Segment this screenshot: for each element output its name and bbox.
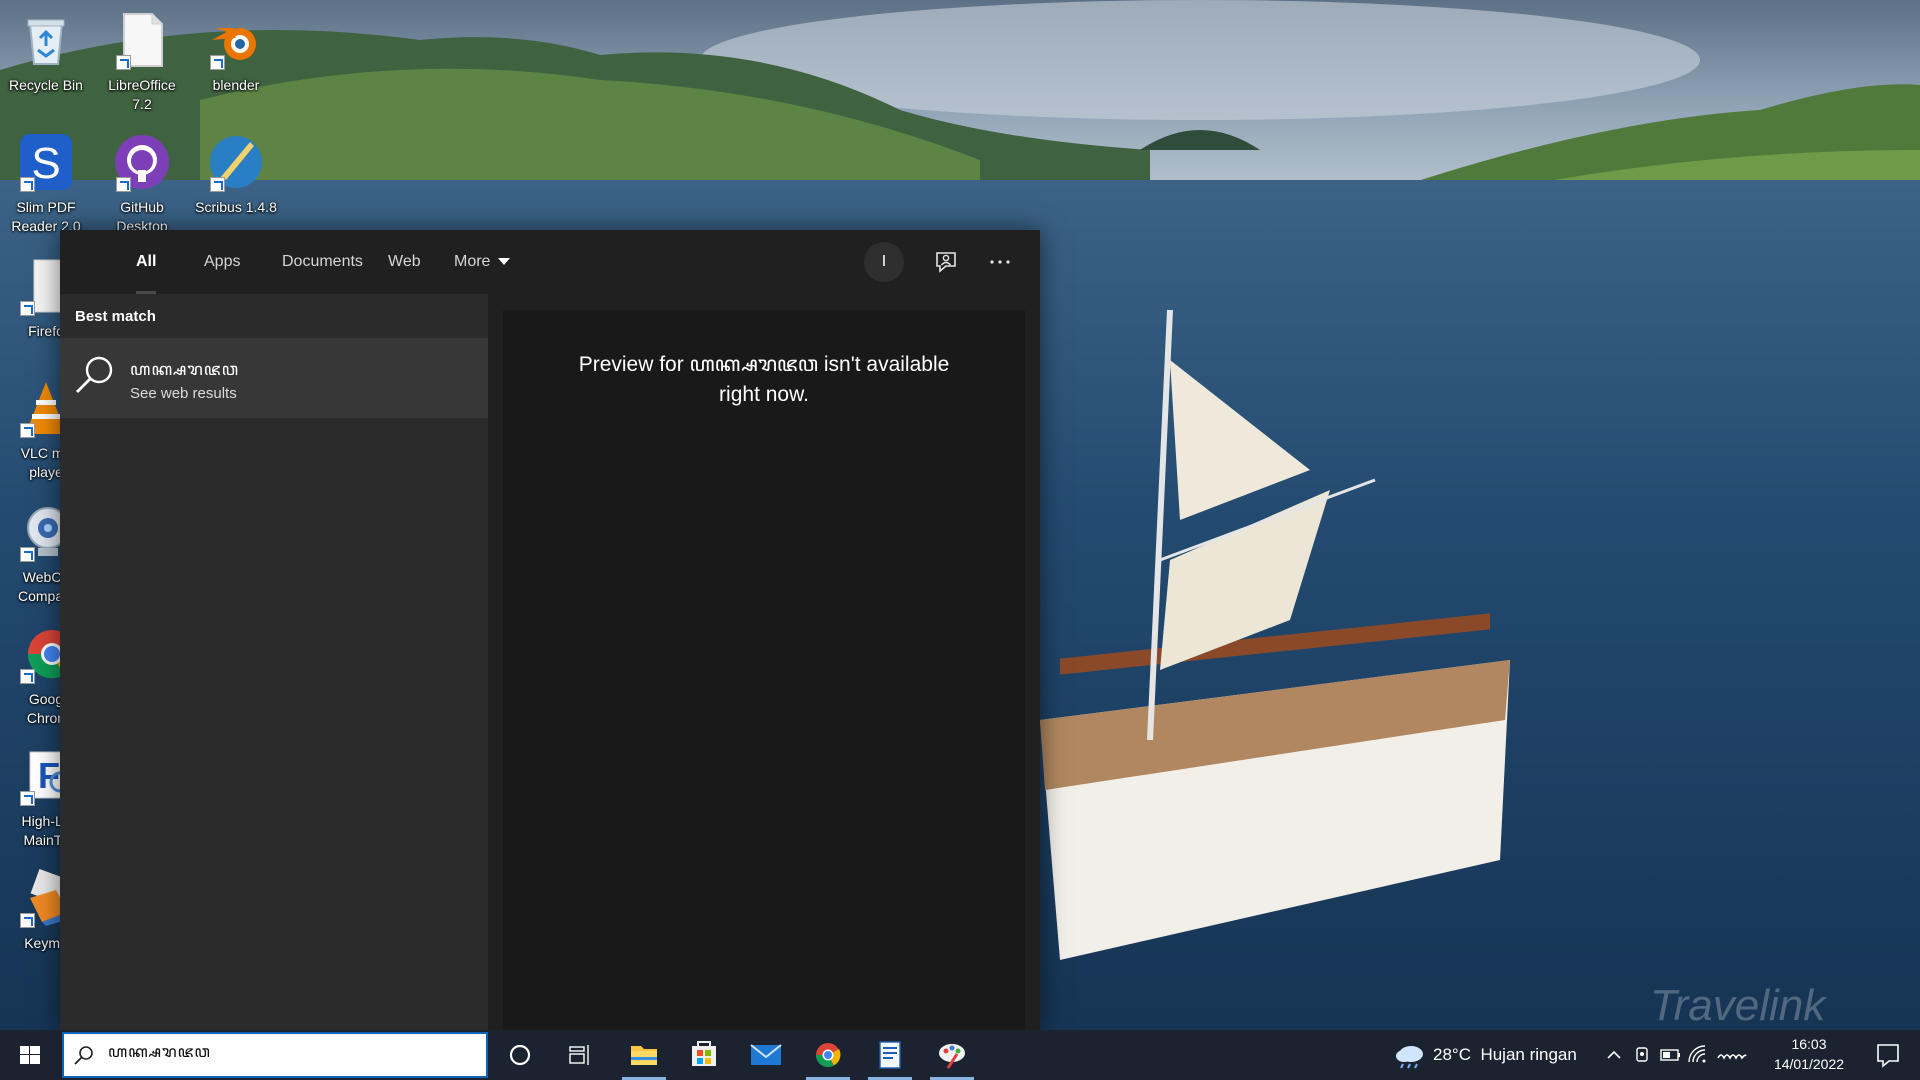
taskbar-search-box[interactable] [62,1032,488,1078]
system-tray: 28°C Hujan ringan 16:03 14/01/2022 [1385,1030,1920,1080]
tab-label: Web [388,253,421,270]
shortcut-arrow-icon [116,55,131,70]
weather-desc: Hujan ringan [1480,1045,1577,1064]
cortana-icon [509,1044,531,1066]
github-icon [112,132,172,192]
scribus-icon [206,132,266,192]
tab-more[interactable]: More [438,230,526,294]
cloud-rain-icon [1396,1046,1423,1069]
weather-temp: 28°C [1433,1045,1471,1064]
task-view-icon [569,1045,589,1065]
tab-apps[interactable]: Apps [188,230,256,294]
search-icon [74,1046,93,1065]
account-avatar-button[interactable]: I [864,242,904,282]
shortcut-arrow-icon [20,301,35,316]
shortcut-arrow-icon [20,547,35,562]
recycle-bin-icon [16,10,76,70]
tab-label: More [454,253,491,270]
shortcut-arrow-icon [210,177,225,192]
desktop-icon-github-desktop[interactable]: GitHub Desktop [96,126,188,240]
show-hidden-icons-button[interactable] [1601,1042,1627,1068]
wifi-button[interactable] [1685,1042,1711,1068]
desktop-icon-recycle-bin[interactable]: Recycle Bin [0,4,92,118]
feedback-icon [936,252,956,273]
task-view-button[interactable] [552,1030,608,1080]
shortcut-arrow-icon [20,913,35,928]
action-center-button[interactable] [1863,1030,1913,1080]
shortcut-arrow-icon [20,423,35,438]
best-match-heading: Best match [75,308,156,325]
shortcut-arrow-icon [116,177,131,192]
clock-date: 14/01/2022 [1773,1056,1845,1072]
taskbar-app-microsoft-store[interactable] [676,1030,732,1080]
chrome-icon [816,1043,841,1068]
more-options-button[interactable] [980,242,1020,282]
feedback-button[interactable] [926,242,966,282]
weather-text: 28°C Hujan ringan [1433,1045,1577,1065]
shortcut-arrow-icon [20,791,35,806]
search-input[interactable] [108,1034,478,1076]
desktop-icon-libreoffice[interactable]: LibreOffice 7.2 [96,4,188,118]
wifi-icon [1688,1045,1706,1063]
best-match-subtitle: See web results [130,385,237,402]
shortcut-arrow-icon [20,177,35,192]
cortana-button[interactable] [492,1030,548,1080]
results-pane: Best match ꦲꦏ꧀ꦱꦫꦗꦮ See web results [60,294,488,1030]
svg-text:S: S [31,139,60,188]
preview-pane: Preview for ꦲꦏ꧀ꦱꦫꦗꦮ isn't available righ… [503,310,1025,1030]
chevron-up-icon [1607,1050,1621,1059]
preview-message-line2: right now. [719,383,809,406]
taskbar-app-paint[interactable] [924,1030,980,1080]
search-icon [76,356,113,393]
meet-now-button[interactable] [1629,1042,1655,1068]
shortcut-arrow-icon [210,55,225,70]
preview-message: Preview for ꦲꦏ꧀ꦱꦫꦗꦮ isn't available righ… [523,350,1005,410]
input-language-button[interactable] [1715,1042,1749,1068]
preview-message-line1: Preview for ꦲꦏ꧀ꦱꦫꦗꦮ isn't available [578,353,950,376]
taskbar-app-chrome[interactable] [800,1030,856,1080]
ellipsis-icon [990,260,1010,264]
desktop-icon-label: Scribus 1.4.8 [195,199,277,215]
tab-web[interactable]: Web [372,230,437,294]
folder-icon [631,1046,657,1065]
taskbar-app-mail[interactable] [738,1030,794,1080]
desktop-icon-slim-pdf[interactable]: S Slim PDF Reader 2.0 [0,126,92,240]
desktop-icon-scribus[interactable]: Scribus 1.4.8 [190,126,282,240]
desktop-icon-blender[interactable]: blender [190,4,282,118]
libreoffice-icon [112,10,172,70]
taskbar-app-document[interactable] [862,1030,918,1080]
chevron-down-icon [498,258,511,266]
search-tabs: All Apps Documents Web More I [60,230,1040,294]
store-icon [692,1041,716,1066]
tab-documents[interactable]: Documents [266,230,379,294]
taskbar-app-file-explorer[interactable] [616,1030,672,1080]
windows-logo-icon [20,1046,40,1064]
webcam-tray-icon [1636,1047,1648,1062]
clock[interactable]: 16:03 14/01/2022 [1758,1034,1860,1074]
start-button[interactable] [0,1030,60,1080]
shortcut-arrow-icon [20,669,35,684]
best-match-item[interactable]: ꦲꦏ꧀ꦱꦫꦗꦮ See web results [60,338,488,418]
tab-label: Documents [282,253,363,270]
keyboard-layout-icon [1717,1054,1747,1060]
desktop-icon-label: LibreOffice 7.2 [108,77,176,112]
battery-button[interactable] [1657,1042,1683,1068]
slim-pdf-icon: S [16,132,76,192]
tab-all[interactable]: All [120,230,172,294]
desktop-icon-label: Recycle Bin [9,77,83,93]
paint-icon [939,1044,965,1069]
desktop-icon-label: blender [212,77,260,93]
battery-icon [1660,1049,1680,1061]
watermark-text: Travelink [1650,981,1827,1030]
tab-label: All [136,253,157,270]
tab-label: Apps [204,253,241,270]
avatar-letter: I [881,253,887,270]
document-icon [879,1041,901,1069]
search-panel: All Apps Documents Web More I Best match… [60,230,1040,1030]
taskbar: 28°C Hujan ringan 16:03 14/01/2022 [0,1030,1920,1080]
notification-icon [1877,1044,1899,1068]
clock-time: 16:03 [1791,1036,1827,1052]
blender-icon [206,10,266,70]
mail-icon [750,1044,782,1065]
